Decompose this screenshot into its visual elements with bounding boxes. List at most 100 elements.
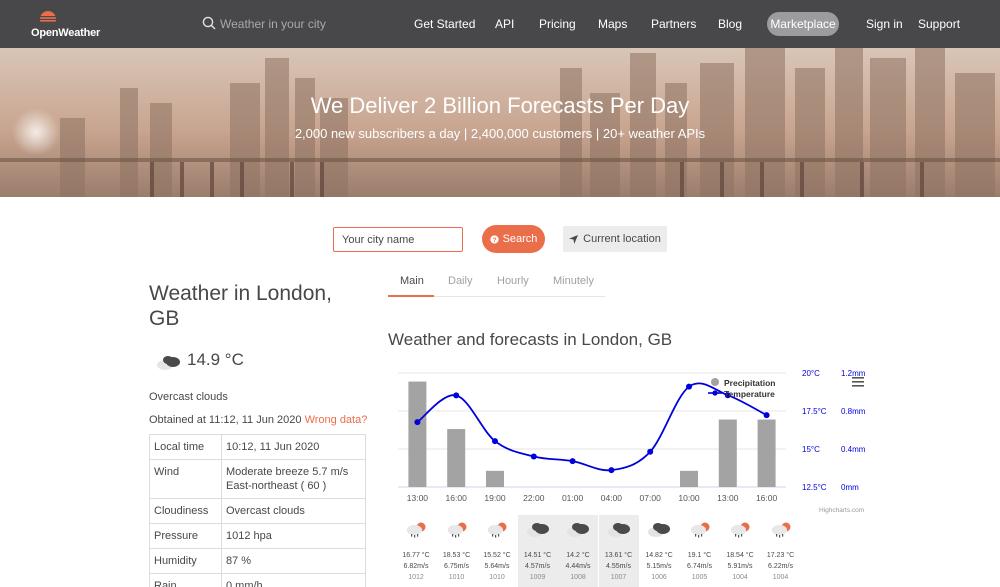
hero-banner: We Deliver 2 Billion Forecasts Per Day 2… xyxy=(0,48,1000,197)
row-label: Cloudiness xyxy=(149,498,222,524)
search-button[interactable]: ? Search xyxy=(482,225,545,253)
y-right-tick-label: 0.8mm xyxy=(841,407,866,416)
precipitation-bar[interactable] xyxy=(718,419,737,487)
hour-wind: 6.75m/s xyxy=(444,563,469,570)
nav-pricing[interactable]: Pricing xyxy=(539,17,576,31)
x-tick-label: 07:00 xyxy=(640,493,662,503)
hour-pressure: 1006 xyxy=(651,574,667,581)
rain-sun-icon xyxy=(771,522,790,538)
hour-wind: 6.22m/s xyxy=(768,563,793,570)
x-tick-label: 13:00 xyxy=(717,493,739,503)
weather-details-table: Local time 10:12, 11 Jun 2020 Wind Moder… xyxy=(149,434,366,587)
hour-pressure: 1010 xyxy=(489,574,505,581)
question-circle-icon: ? xyxy=(489,234,499,244)
hour-temperature: 17.23 °C xyxy=(766,552,795,559)
y-right-tick-label: 0mm xyxy=(841,483,859,492)
rain-sun-icon xyxy=(731,522,750,538)
chart-menu-icon[interactable] xyxy=(852,377,864,387)
x-tick-label: 10:00 xyxy=(678,493,700,503)
temperature-point[interactable] xyxy=(608,467,615,474)
search-button-label: Search xyxy=(502,233,538,245)
nav-get-started[interactable]: Get Started xyxy=(414,17,475,31)
current-location-button[interactable]: Current location xyxy=(563,226,667,252)
legend-precipitation-marker xyxy=(711,378,719,386)
tab-daily[interactable]: Daily xyxy=(448,275,472,287)
city-search-input[interactable] xyxy=(333,227,463,252)
hour-pressure: 1005 xyxy=(691,574,708,581)
table-row: Pressure 1012 hpa xyxy=(149,523,366,549)
wrong-data-link[interactable]: Wrong data? xyxy=(305,414,368,426)
forecast-hour-item[interactable]: 17.23 °C 6.22m/s 1004 xyxy=(761,515,801,587)
nav-marketplace-button[interactable]: Marketplace xyxy=(767,12,839,36)
hero-title: We Deliver 2 Billion Forecasts Per Day xyxy=(310,93,690,118)
temperature-point[interactable] xyxy=(453,392,460,399)
row-label: Wind xyxy=(149,459,222,499)
overcast-cloud-icon xyxy=(526,523,549,537)
hour-wind: 5.15m/s xyxy=(646,563,672,570)
forecast-hour-item[interactable]: 16.77 °C 6.82m/s 1012 xyxy=(396,515,436,587)
precipitation-bar[interactable] xyxy=(680,470,698,487)
search-icon[interactable] xyxy=(202,16,216,30)
forecast-chart: 13:00 16:00 19:00 22:00 01:00 04:00 07:00 10:00… xyxy=(398,369,866,514)
precipitation-bar[interactable] xyxy=(447,429,466,487)
rain-sun-icon xyxy=(690,522,709,538)
x-tick-label: 16:00 xyxy=(756,493,778,503)
forecast-hour-item[interactable]: 18.53 °C 6.75m/s 1010 xyxy=(437,515,477,587)
hour-pressure: 1007 xyxy=(610,574,627,581)
forecast-hour-item[interactable]: 14.82 °C 5.15m/s 1006 xyxy=(639,515,679,587)
tab-main[interactable]: Main xyxy=(400,275,424,287)
hour-temperature: 14.51 °C xyxy=(523,552,552,559)
nav-partners[interactable]: Partners xyxy=(651,17,696,31)
temperature-point[interactable] xyxy=(763,412,770,419)
y-left-tick-label: 17.5°C xyxy=(802,407,827,416)
temperature-point[interactable] xyxy=(569,458,576,465)
hour-wind: 5.91m/s xyxy=(727,563,753,570)
nav-api[interactable]: API xyxy=(495,17,514,31)
precipitation-bar[interactable] xyxy=(486,470,504,487)
temperature-point[interactable] xyxy=(686,383,692,390)
hour-wind: 4.55m/s xyxy=(606,563,631,570)
temperature-point[interactable] xyxy=(492,438,498,445)
row-value: Overcast clouds xyxy=(221,498,366,524)
precipitation-bar[interactable] xyxy=(757,419,776,487)
forecast-hour-item[interactable]: 13.61 °C 4.55m/s 1007 xyxy=(598,515,639,587)
hour-temperature: 15.52 °C xyxy=(483,552,511,559)
nav-sign-in[interactable]: Sign in xyxy=(866,17,903,31)
hour-temperature: 16.77 °C xyxy=(402,552,430,559)
row-label: Humidity xyxy=(149,548,222,574)
temperature-point[interactable] xyxy=(647,448,654,455)
sun-logo-icon xyxy=(37,11,59,24)
forecast-hour-item[interactable]: 14.2 °C 4.44m/s 1008 xyxy=(558,515,598,587)
temperature-point[interactable] xyxy=(530,453,537,460)
current-temperature: 14.9 °C xyxy=(187,350,244,369)
rain-sun-icon xyxy=(447,522,466,538)
nav-support[interactable]: Support xyxy=(918,17,960,31)
hour-wind: 6.82m/s xyxy=(403,563,429,570)
overcast-cloud-icon xyxy=(607,523,630,537)
y-right-tick-label: 0.4mm xyxy=(841,445,866,454)
legend-precipitation[interactable]: Precipitation xyxy=(724,378,775,388)
hour-pressure: 1012 xyxy=(408,574,424,581)
chart-credit[interactable]: Highcharts.com xyxy=(819,507,864,514)
legend-temperature-marker xyxy=(712,390,718,396)
hour-pressure: 1008 xyxy=(570,574,586,581)
tab-minutely[interactable]: Minutely xyxy=(553,275,594,287)
nav-maps[interactable]: Maps xyxy=(598,17,627,31)
tab-hourly[interactable]: Hourly xyxy=(497,275,529,287)
current-location-label: Current location xyxy=(583,233,661,245)
hero-subtitle: 2,000 new subscribers a day | 2,400,000 … xyxy=(294,126,706,141)
forecast-hour-item[interactable]: 19.1 °C 6.74m/s 1005 xyxy=(680,515,720,587)
overcast-cloud-icon xyxy=(648,523,670,537)
chart-legend: Precipitation Temperature xyxy=(708,378,775,399)
precipitation-bar[interactable] xyxy=(408,381,427,487)
forecast-hour-item[interactable]: 14.51 °C 4.57m/s 1009 xyxy=(517,515,558,587)
header-search-input[interactable] xyxy=(220,12,380,36)
nav-blog[interactable]: Blog xyxy=(718,17,742,31)
temperature-point[interactable] xyxy=(414,419,421,426)
forecast-hour-item[interactable]: 15.52 °C 5.64m/s 1010 xyxy=(477,515,517,587)
forecast-hour-item[interactable]: 18.54 °C 5.91m/s 1004 xyxy=(720,515,760,587)
legend-temperature[interactable]: Temperature xyxy=(724,389,775,399)
openweather-logo[interactable]: OpenWeather xyxy=(31,8,111,42)
top-navigation-bar: OpenWeather Get Started API Pricing Maps… xyxy=(0,0,1000,48)
table-row: Humidity 87 % xyxy=(149,548,366,574)
